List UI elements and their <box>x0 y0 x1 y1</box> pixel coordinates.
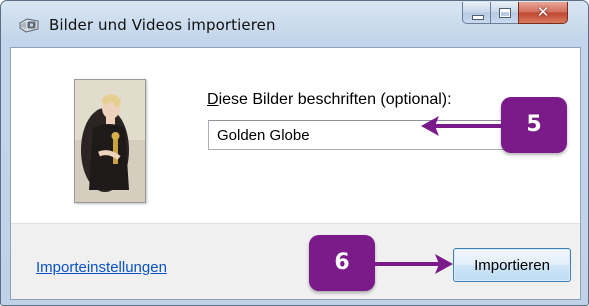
close-button[interactable]: ✕ <box>518 2 568 24</box>
window-title: Bilder und Videos importieren <box>49 16 276 34</box>
step-badge-5: 5 <box>501 97 567 153</box>
maximize-button[interactable] <box>490 2 518 24</box>
caption-label-text: iese Bilder beschriften (optional): <box>218 91 452 108</box>
caption-label-accesskey: D <box>207 91 219 108</box>
import-button[interactable]: Importieren <box>453 248 571 282</box>
import-dialog-window: Bilder und Videos importieren ✕ Diese Bi… <box>0 0 589 306</box>
step-badge-6: 6 <box>309 235 375 291</box>
minimize-button[interactable] <box>462 2 490 24</box>
photo-thumbnail <box>74 79 146 203</box>
caption-label: Diese Bilder beschriften (optional): <box>207 91 452 109</box>
camera-import-icon <box>19 18 39 33</box>
import-settings-link[interactable]: Importeinstellungen <box>36 259 167 276</box>
step-6-arrow <box>375 254 453 274</box>
photo-thumbnail-image <box>75 80 145 202</box>
minimize-icon <box>472 15 484 20</box>
title-bar[interactable]: Bilder und Videos importieren ✕ <box>1 1 588 47</box>
maximize-icon <box>499 8 511 18</box>
step-5-arrow <box>421 116 505 136</box>
close-icon: ✕ <box>536 3 550 21</box>
dialog-content: Diese Bilder beschriften (optional): Imp… <box>10 47 581 300</box>
window-controls: ✕ <box>462 2 568 24</box>
